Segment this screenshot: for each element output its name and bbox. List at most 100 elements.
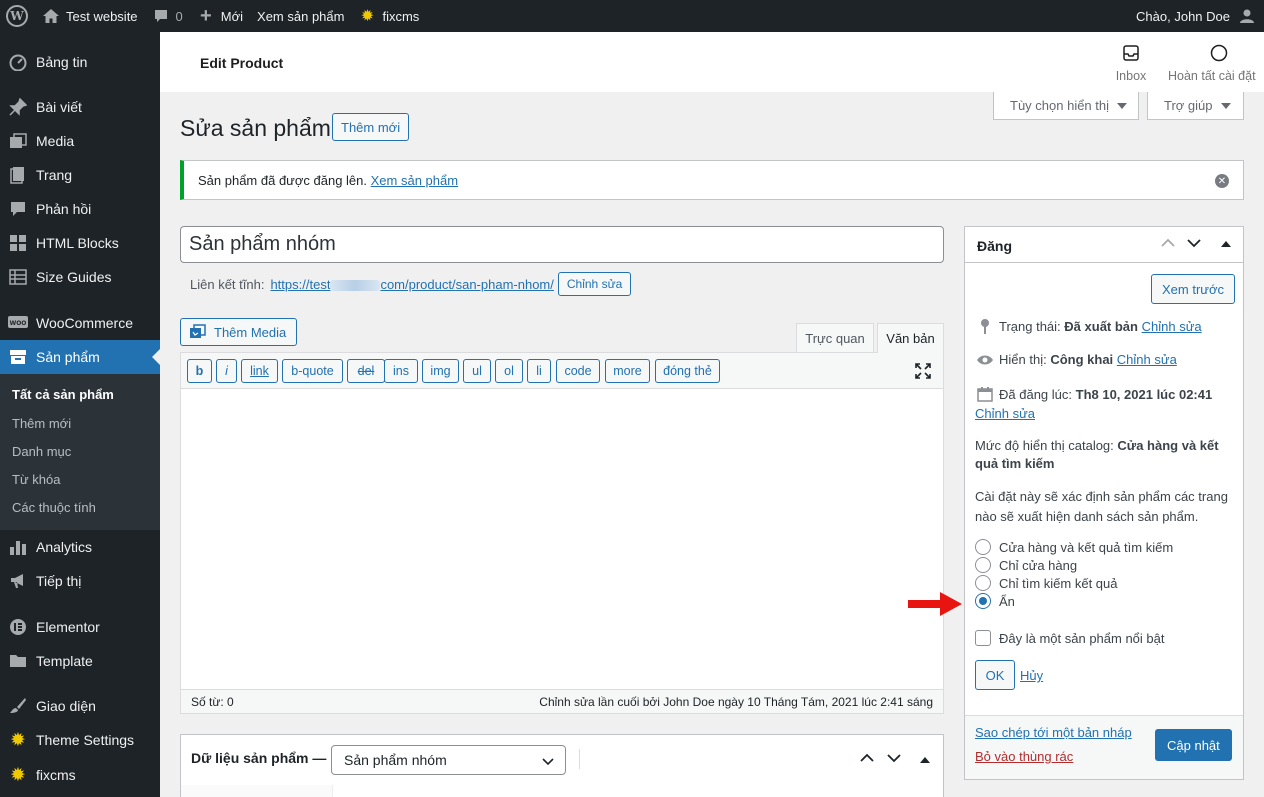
word-count: Số từ: 0 <box>191 694 234 709</box>
copy-to-draft-link[interactable]: Sao chép tới một bản nháp <box>975 725 1132 740</box>
user-menu[interactable]: Chào, John Doe <box>1129 0 1264 32</box>
post-title-input[interactable]: Sản phẩm nhóm <box>180 226 944 263</box>
inbox-button[interactable]: Inbox <box>1108 44 1154 83</box>
qt-li-button[interactable]: li <box>527 359 551 383</box>
comments-menu[interactable]: 0 <box>145 0 190 32</box>
dismiss-icon[interactable]: ✕ <box>1215 174 1229 188</box>
tab-visual[interactable]: Trực quan <box>796 323 874 352</box>
pin-icon <box>8 97 28 117</box>
move-to-trash-link[interactable]: Bỏ vào thùng rác <box>975 749 1073 764</box>
sidebar-item-html-blocks[interactable]: HTML Blocks <box>0 226 160 260</box>
qt-link-button[interactable]: link <box>241 359 278 383</box>
notice-view-link[interactable]: Xem sản phẩm <box>371 173 458 188</box>
sidebar-item-marketing[interactable]: Tiếp thị <box>0 564 160 598</box>
option-search-only[interactable]: Chỉ tìm kiếm kết quả <box>975 575 1118 591</box>
product-type-select[interactable]: Sản phẩm nhóm <box>331 745 566 775</box>
qt-code-button[interactable]: code <box>556 359 600 383</box>
sidebar-item-analytics[interactable]: Analytics <box>0 530 160 564</box>
option-label: Cửa hàng và kết quả tìm kiếm <box>999 539 1174 555</box>
radio-button[interactable] <box>975 575 991 591</box>
sidebar-item-comments[interactable]: Phản hồi <box>0 192 160 226</box>
qt-ul-button[interactable]: ul <box>463 359 491 383</box>
edit-slug-button[interactable]: Chỉnh sửa <box>557 272 632 296</box>
radio-button-checked[interactable] <box>975 593 991 609</box>
option-shop-only[interactable]: Chỉ cửa hàng <box>975 557 1077 573</box>
admin-bar: W Test website 0 + Mới Xem sản phẩm ✹ fi… <box>0 0 1264 32</box>
fullscreen-icon[interactable] <box>914 362 932 383</box>
submenu-add-new[interactable]: Thêm mới <box>12 416 71 431</box>
collapse-toggle-icon[interactable] <box>1220 239 1232 249</box>
calendar-icon <box>975 386 995 402</box>
move-down-icon[interactable] <box>1186 237 1202 249</box>
visibility-edit-link[interactable]: Chỉnh sửa <box>1117 352 1177 367</box>
sidebar-item-woocommerce[interactable]: WOO WooCommerce <box>0 306 160 340</box>
sidebar-item-label: Phản hồi <box>36 201 92 217</box>
featured-checkbox-row[interactable]: Đây là một sản phẩm nổi bật <box>975 630 1164 646</box>
sidebar-item-media[interactable]: Media <box>0 124 160 158</box>
qt-italic-button[interactable]: i <box>216 359 237 383</box>
add-media-button[interactable]: Thêm Media <box>180 318 298 346</box>
sidebar-item-products[interactable]: Sản phẩm <box>0 340 160 374</box>
submenu-categories[interactable]: Danh mục <box>12 444 71 459</box>
permalink-link[interactable]: https://test com/product/san-pham-nhom/ <box>270 277 553 292</box>
tab-text[interactable]: Văn bản <box>877 323 944 353</box>
qt-bold-button[interactable]: b <box>187 359 212 383</box>
permalink-label: Liên kết tĩnh: <box>190 276 265 292</box>
qt-close-tags-button[interactable]: đóng thẻ <box>655 359 720 383</box>
help-toggle[interactable]: Trợ giúp <box>1147 92 1244 120</box>
move-up-icon[interactable] <box>1160 237 1176 249</box>
cancel-link[interactable]: Hủy <box>1020 668 1043 683</box>
fixcms-menu[interactable]: ✹ fixcms <box>351 0 426 32</box>
submenu-tags[interactable]: Từ khóa <box>12 472 60 487</box>
option-shop-search[interactable]: Cửa hàng và kết quả tìm kiếm <box>975 539 1173 555</box>
chart-icon <box>8 537 28 557</box>
avatar-icon <box>1238 7 1256 25</box>
move-up-icon[interactable] <box>859 752 875 767</box>
site-name-menu[interactable]: Test website <box>35 0 145 32</box>
qt-img-button[interactable]: img <box>422 359 459 383</box>
megaphone-icon <box>8 571 28 591</box>
option-hidden[interactable]: Ẩn <box>975 593 1015 609</box>
submenu-attributes[interactable]: Các thuộc tính <box>12 500 96 515</box>
move-down-icon[interactable] <box>886 752 902 767</box>
qt-ins-button[interactable]: ins <box>384 359 418 383</box>
date-edit-link[interactable]: Chỉnh sửa <box>975 406 1035 421</box>
setup-button[interactable]: Hoàn tất cài đặt <box>1168 44 1264 83</box>
radio-button[interactable] <box>975 557 991 573</box>
screen-options-toggle[interactable]: Tùy chọn hiển thị <box>993 92 1139 120</box>
qt-more-button[interactable]: more <box>605 359 650 383</box>
sidebar-item-size-guides[interactable]: Size Guides <box>0 260 160 294</box>
sidebar-item-label: Template <box>36 653 93 669</box>
publish-box-header: Đăng <box>965 227 1243 263</box>
featured-checkbox[interactable] <box>975 630 991 646</box>
sidebar-item-theme-settings[interactable]: ✹ Theme Settings <box>0 723 160 757</box>
wordpress-logo-icon: W <box>6 5 28 27</box>
radio-button[interactable] <box>975 539 991 555</box>
sidebar-item-dashboard[interactable]: Bảng tin <box>0 45 160 79</box>
qt-ol-button[interactable]: ol <box>495 359 523 383</box>
content-textarea[interactable] <box>181 389 943 689</box>
submenu-all-products[interactable]: Tất cả sản phẩm <box>12 387 114 402</box>
sidebar-item-elementor[interactable]: Elementor <box>0 610 160 644</box>
grid-icon <box>8 233 28 253</box>
new-content-menu[interactable]: + Mới <box>190 0 250 32</box>
sidebar-item-fixcms[interactable]: ✹ fixcms <box>0 758 160 792</box>
page-title: Sửa sản phẩm <box>180 115 331 141</box>
qt-bquote-button[interactable]: b-quote <box>282 359 343 383</box>
qt-del-button[interactable]: del <box>347 359 385 383</box>
preview-button[interactable]: Xem trước <box>1151 274 1236 304</box>
wp-logo-menu[interactable]: W <box>0 0 35 32</box>
sidebar-item-appearance[interactable]: Giao diện <box>0 689 160 723</box>
sidebar-item-label: Trang <box>36 167 73 183</box>
sidebar-item-template[interactable]: Template <box>0 644 160 678</box>
update-button[interactable]: Cập nhật <box>1155 729 1232 761</box>
add-new-button[interactable]: Thêm mới <box>332 113 410 141</box>
ok-button[interactable]: OK <box>975 660 1015 690</box>
status-edit-link[interactable]: Chỉnh sửa <box>1142 319 1202 334</box>
view-product-link[interactable]: Xem sản phẩm <box>250 0 351 32</box>
sidebar-item-pages[interactable]: Trang <box>0 158 160 192</box>
comment-icon <box>8 199 28 219</box>
product-data-box: Dữ liệu sản phẩm — Sản phẩm nhóm <box>180 734 944 797</box>
sidebar-item-posts[interactable]: Bài viết <box>0 90 160 124</box>
collapse-toggle-icon[interactable] <box>919 753 931 768</box>
